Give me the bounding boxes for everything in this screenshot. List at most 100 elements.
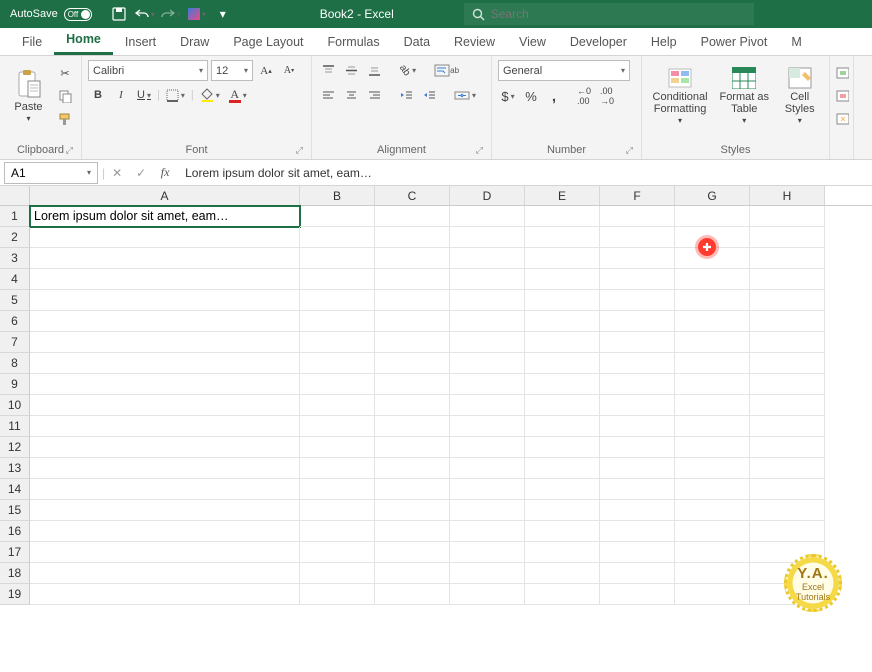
cell-E7[interactable] (525, 332, 600, 353)
qat-color-swatch[interactable] (186, 3, 208, 25)
tab-insert[interactable]: Insert (113, 29, 168, 55)
increase-indent-button[interactable] (419, 85, 439, 105)
cell-C16[interactable] (375, 521, 450, 542)
format-painter-button[interactable] (55, 109, 75, 129)
cell-D13[interactable] (450, 458, 525, 479)
cell-G12[interactable] (675, 437, 750, 458)
cell-D4[interactable] (450, 269, 525, 290)
row-header[interactable]: 2 (0, 227, 30, 248)
cell-D15[interactable] (450, 500, 525, 521)
cell-A5[interactable] (30, 290, 300, 311)
select-all-corner[interactable] (0, 186, 30, 205)
cell-B14[interactable] (300, 479, 375, 500)
delete-cells-icon[interactable] (832, 86, 852, 106)
cell-A15[interactable] (30, 500, 300, 521)
cell-A9[interactable] (30, 374, 300, 395)
cell-H9[interactable] (750, 374, 825, 395)
cell-C5[interactable] (375, 290, 450, 311)
cell-F15[interactable] (600, 500, 675, 521)
row-header[interactable]: 12 (0, 437, 30, 458)
row-header[interactable]: 9 (0, 374, 30, 395)
cell-H4[interactable] (750, 269, 825, 290)
cell-F19[interactable] (600, 584, 675, 605)
wrap-text-button[interactable]: ab (431, 60, 462, 80)
align-bottom-button[interactable] (364, 60, 384, 80)
cell-E4[interactable] (525, 269, 600, 290)
cell-styles-button[interactable]: Cell Styles▾ (776, 60, 823, 132)
tab-page-layout[interactable]: Page Layout (221, 29, 315, 55)
cell-B13[interactable] (300, 458, 375, 479)
tab-power-pivot[interactable]: Power Pivot (689, 29, 780, 55)
cell-A19[interactable] (30, 584, 300, 605)
cell-A4[interactable] (30, 269, 300, 290)
increase-font-button[interactable]: A▴ (256, 61, 276, 81)
column-header-B[interactable]: B (300, 186, 375, 205)
cell-C7[interactable] (375, 332, 450, 353)
cell-G10[interactable] (675, 395, 750, 416)
decrease-font-button[interactable]: A▾ (279, 61, 299, 81)
cell-F10[interactable] (600, 395, 675, 416)
row-header[interactable]: 18 (0, 563, 30, 584)
row-header[interactable]: 6 (0, 311, 30, 332)
conditional-formatting-button[interactable]: Conditional Formatting▾ (648, 60, 712, 132)
cell-A6[interactable] (30, 311, 300, 332)
cell-C14[interactable] (375, 479, 450, 500)
cell-E11[interactable] (525, 416, 600, 437)
save-icon[interactable] (108, 3, 130, 25)
cell-A13[interactable] (30, 458, 300, 479)
cell-F16[interactable] (600, 521, 675, 542)
decrease-decimal-button[interactable]: .00→0 (597, 86, 617, 106)
cell-F11[interactable] (600, 416, 675, 437)
cut-button[interactable]: ✂ (55, 63, 75, 83)
cell-E9[interactable] (525, 374, 600, 395)
cell-D14[interactable] (450, 479, 525, 500)
cell-H10[interactable] (750, 395, 825, 416)
cell-E13[interactable] (525, 458, 600, 479)
format-as-table-button[interactable]: Format as Table▾ (716, 60, 772, 132)
cell-A3[interactable] (30, 248, 300, 269)
cell-C17[interactable] (375, 542, 450, 563)
cell-B8[interactable] (300, 353, 375, 374)
cell-F6[interactable] (600, 311, 675, 332)
cell-E10[interactable] (525, 395, 600, 416)
cell-B3[interactable] (300, 248, 375, 269)
cell-G11[interactable] (675, 416, 750, 437)
cell-H13[interactable] (750, 458, 825, 479)
font-size-combo[interactable]: 12▾ (211, 60, 253, 81)
cell-F5[interactable] (600, 290, 675, 311)
cell-G4[interactable] (675, 269, 750, 290)
row-header[interactable]: 7 (0, 332, 30, 353)
undo-button[interactable] (134, 3, 156, 25)
fill-color-button[interactable] (197, 85, 223, 105)
cell-E17[interactable] (525, 542, 600, 563)
merge-center-button[interactable] (451, 85, 479, 105)
cell-B12[interactable] (300, 437, 375, 458)
cell-B15[interactable] (300, 500, 375, 521)
cell-F3[interactable] (600, 248, 675, 269)
cell-B16[interactable] (300, 521, 375, 542)
align-right-button[interactable] (364, 85, 384, 105)
column-header-A[interactable]: A (30, 186, 300, 205)
accounting-format-button[interactable]: $ (498, 86, 518, 106)
cell-F7[interactable] (600, 332, 675, 353)
tab-home[interactable]: Home (54, 26, 113, 55)
cell-E1[interactable] (525, 206, 600, 227)
paste-button[interactable]: Paste ▾ (6, 60, 51, 132)
name-box[interactable]: A1▾ (4, 162, 98, 184)
cancel-formula-button[interactable]: ✕ (105, 162, 129, 184)
tab-data[interactable]: Data (392, 29, 442, 55)
cell-B11[interactable] (300, 416, 375, 437)
cell-A14[interactable] (30, 479, 300, 500)
column-header-H[interactable]: H (750, 186, 825, 205)
cell-A16[interactable] (30, 521, 300, 542)
cell-D3[interactable] (450, 248, 525, 269)
percent-format-button[interactable]: % (521, 86, 541, 106)
cell-A8[interactable] (30, 353, 300, 374)
cell-B9[interactable] (300, 374, 375, 395)
orientation-button[interactable]: ab (396, 60, 419, 80)
cell-H15[interactable] (750, 500, 825, 521)
cell-A12[interactable] (30, 437, 300, 458)
tab-draw[interactable]: Draw (168, 29, 221, 55)
format-cells-icon[interactable] (832, 109, 852, 129)
tab-file[interactable]: File (10, 29, 54, 55)
